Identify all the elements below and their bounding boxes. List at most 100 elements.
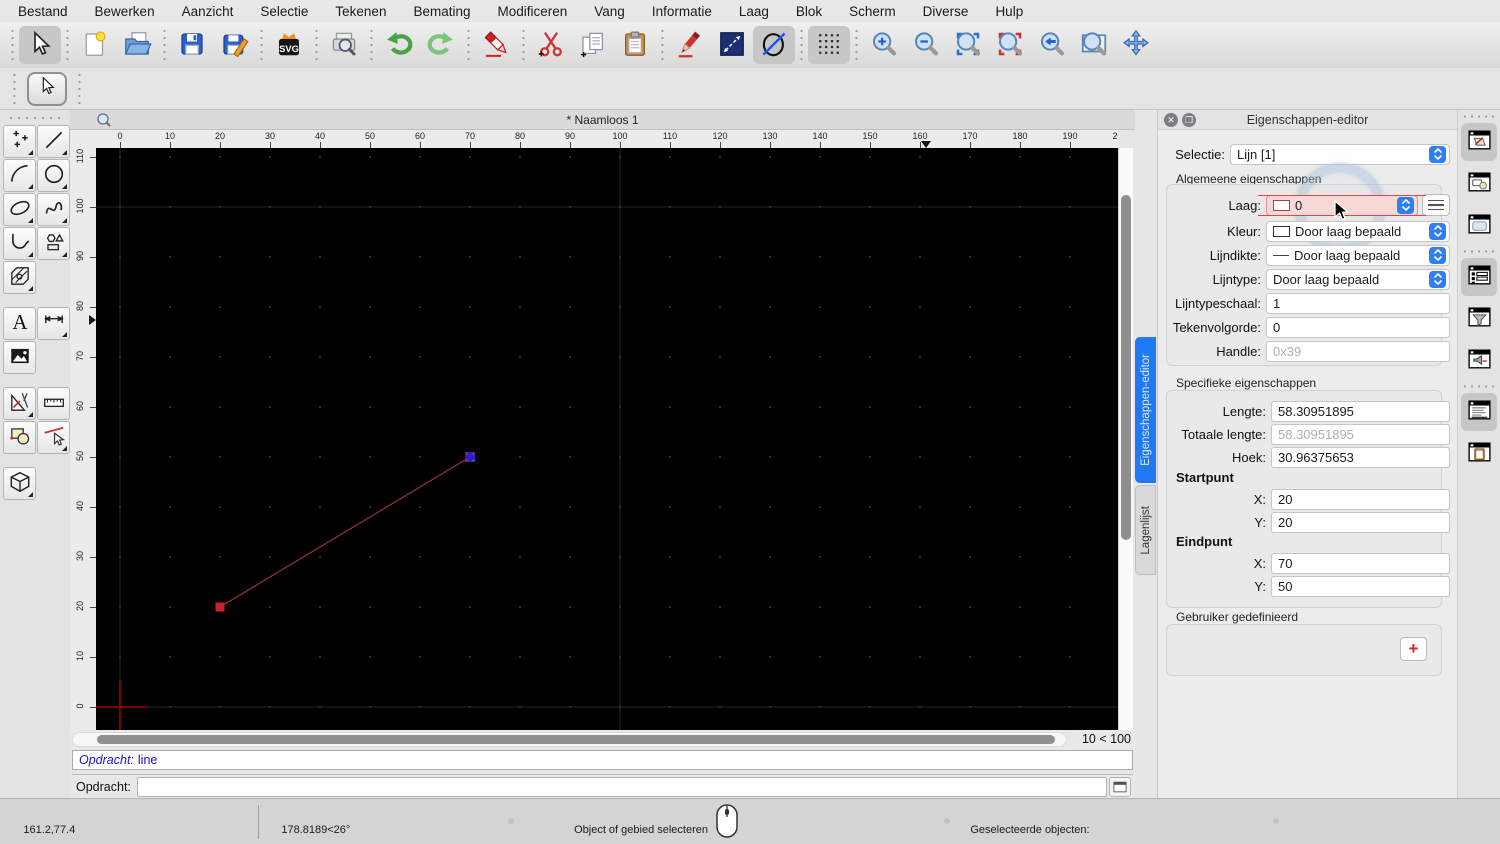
zoom-auto-button[interactable] — [947, 26, 989, 64]
start-y-input[interactable]: 20 — [1271, 511, 1450, 533]
end-y-input[interactable]: 50 — [1271, 575, 1450, 597]
blocks-window-toggle-button[interactable] — [1461, 165, 1497, 203]
menu-blok[interactable]: Blok — [796, 4, 822, 19]
grid-toggle-button[interactable] — [808, 26, 850, 64]
block-tool-button[interactable] — [3, 421, 36, 454]
toolbar-drag-handle[interactable] — [11, 71, 18, 106]
zoom-in-button[interactable] — [863, 26, 905, 64]
menu-bewerken[interactable]: Bewerken — [95, 4, 155, 19]
announce-window-toggle-button[interactable] — [1461, 342, 1497, 380]
drawing-window-toggle-button[interactable] — [1461, 123, 1497, 161]
menu-vang[interactable]: Vang — [594, 4, 625, 19]
line-start-grip[interactable] — [215, 602, 225, 612]
misc-draw-tool-button[interactable] — [3, 387, 36, 420]
add-property-button[interactable]: + — [1400, 637, 1427, 661]
h-ruler-label: 60 — [414, 131, 426, 141]
tab-eigenschappen-editor[interactable]: Eigenschappen-editor — [1135, 337, 1156, 483]
selection-button[interactable] — [19, 26, 61, 64]
image-tool-button[interactable] — [3, 341, 36, 374]
modify-tool-button[interactable] — [37, 421, 70, 454]
zoom-out-button[interactable] — [905, 26, 947, 64]
menu-bestand[interactable]: Bestand — [18, 4, 68, 19]
zoom-previous-button[interactable] — [1031, 26, 1073, 64]
color-dropdown[interactable]: Door laag bepaald — [1266, 220, 1450, 242]
line-icon — [42, 128, 66, 155]
menu-informatie[interactable]: Informatie — [652, 4, 712, 19]
filter-window-toggle-button[interactable] — [1461, 300, 1497, 338]
points-tool-button[interactable] — [3, 125, 36, 158]
drawing-canvas[interactable] — [93, 148, 1121, 734]
canvas-svg — [93, 148, 1121, 734]
command-options-button[interactable] — [1109, 776, 1131, 797]
selection-dropdown[interactable]: Lijn [1] — [1230, 143, 1450, 165]
solid-tool-button[interactable] — [3, 467, 36, 500]
menu-tekenen[interactable]: Tekenen — [335, 4, 386, 19]
shapes-tool-button[interactable] — [37, 227, 70, 260]
horizontal-scrollbar[interactable] — [72, 732, 1067, 747]
linetype-dropdown[interactable]: Door laag bepaald — [1266, 268, 1450, 290]
save-as-button[interactable] — [213, 26, 255, 64]
library-window-toggle-button[interactable] — [1461, 207, 1497, 245]
print-preview-button[interactable] — [323, 26, 365, 64]
dock-drag-handle[interactable] — [1464, 114, 1494, 119]
menu-modificeren[interactable]: Modificeren — [498, 4, 568, 19]
hatch-tool-button[interactable] — [3, 261, 36, 294]
menu-scherm[interactable]: Scherm — [849, 4, 896, 19]
cut-button[interactable] — [530, 26, 572, 64]
undo-button[interactable] — [378, 26, 420, 64]
open-file-button[interactable] — [116, 26, 158, 64]
selection-tool-button[interactable] — [27, 71, 67, 106]
arc-tool-button[interactable] — [3, 159, 36, 192]
delete-eraser-button[interactable] — [475, 26, 517, 64]
end-x-input[interactable]: 70 — [1271, 552, 1450, 574]
lineweight-dropdown[interactable]: Door laag bepaald — [1266, 244, 1450, 266]
svg-export-button[interactable]: SVG — [268, 26, 310, 64]
line-tool-button[interactable] — [711, 26, 753, 64]
menu-aanzicht[interactable]: Aanzicht — [182, 4, 234, 19]
dimension-tool-button[interactable] — [37, 307, 70, 340]
linetype-scale-input[interactable]: 1 — [1266, 292, 1450, 314]
line-tool-button[interactable] — [37, 125, 70, 158]
vertical-scrollbar-thumb[interactable] — [1121, 195, 1131, 540]
circle-line-tool-button[interactable] — [753, 26, 795, 64]
clipboard-window-toggle-button[interactable] — [1461, 435, 1497, 473]
start-x-input[interactable]: 20 — [1271, 488, 1450, 510]
selected-line-entity[interactable] — [219, 456, 471, 608]
toolbar-drag-handle[interactable] — [76, 71, 83, 106]
h-ruler-label: 120 — [712, 131, 728, 141]
line-end-grip[interactable] — [465, 452, 475, 462]
horizontal-scrollbar-thumb[interactable] — [97, 735, 1055, 744]
zoom-selection-button[interactable] — [989, 26, 1031, 64]
menu-selectie[interactable]: Selectie — [260, 4, 308, 19]
text-tool-button[interactable]: A — [3, 307, 36, 340]
menu-hulp[interactable]: Hulp — [995, 4, 1023, 19]
circle-tool-button[interactable] — [37, 159, 70, 192]
ellipse-tool-button[interactable] — [3, 193, 36, 226]
redo-button[interactable] — [420, 26, 462, 64]
draw-pencil-button[interactable] — [669, 26, 711, 64]
command-window-toggle-button[interactable] — [1461, 393, 1497, 431]
draw-order-input[interactable]: 0 — [1266, 316, 1450, 338]
tab-lagenlijst[interactable]: Lagenlijst — [1135, 485, 1156, 575]
spline-tool-button[interactable] — [37, 193, 70, 226]
save-button[interactable] — [171, 26, 213, 64]
layer-menu-button[interactable] — [1422, 194, 1450, 216]
zoom-window-button[interactable] — [1073, 26, 1115, 64]
menu-laag[interactable]: Laag — [739, 4, 769, 19]
menu-diverse[interactable]: Diverse — [923, 4, 969, 19]
new-file-button[interactable] — [74, 26, 116, 64]
copy-button[interactable] — [572, 26, 614, 64]
palette-drag-handle[interactable] — [8, 115, 62, 121]
vertical-scrollbar[interactable] — [1118, 148, 1133, 730]
menu-bemating[interactable]: Bemating — [413, 4, 470, 19]
length-input[interactable]: 58.30951895 — [1271, 400, 1450, 422]
paste-button[interactable] — [614, 26, 656, 64]
angle-input[interactable]: 30.96375653 — [1271, 446, 1450, 468]
polyline-tool-button[interactable] — [3, 227, 36, 260]
library-window-icon — [1466, 211, 1493, 241]
command-input[interactable] — [136, 776, 1107, 797]
pan-button[interactable] — [1115, 26, 1157, 64]
properties-window-toggle-button[interactable] — [1461, 258, 1497, 296]
measure-tool-button[interactable] — [37, 387, 70, 420]
layer-dropdown[interactable]: 0 — [1258, 194, 1426, 216]
